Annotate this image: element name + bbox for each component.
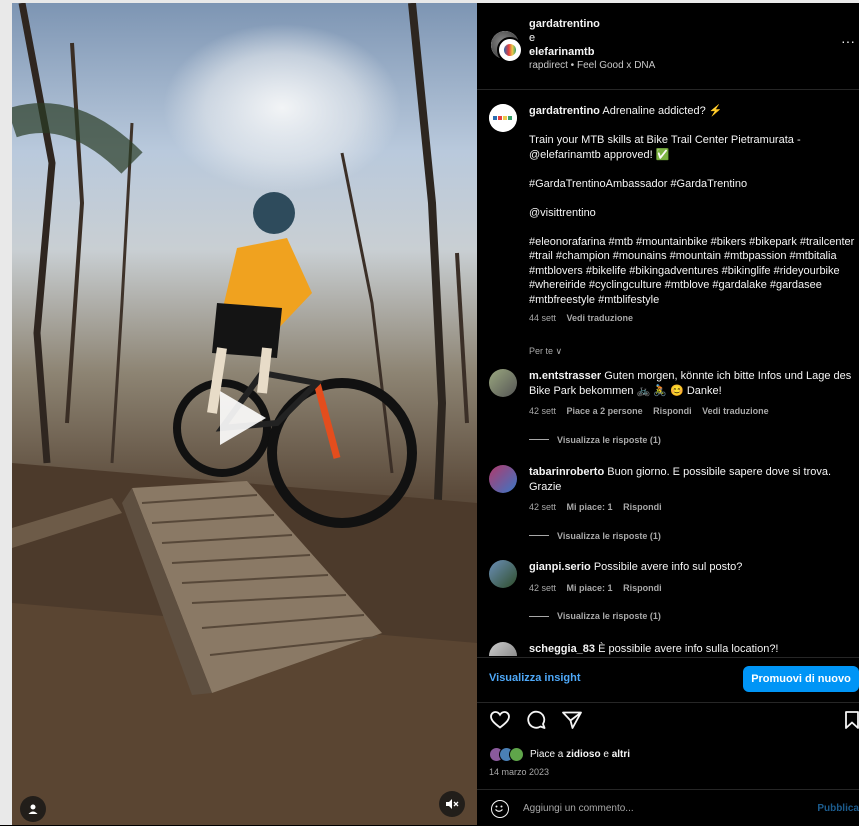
view-insights-link[interactable]: Visualizza insight <box>489 672 581 684</box>
comment-icon[interactable] <box>525 709 547 731</box>
add-comment-bar: Aggiungi un commento... Pubblica <box>477 789 859 826</box>
comment-time: 42 sett <box>529 582 557 593</box>
comment-avatar[interactable] <box>489 465 517 493</box>
comment-input[interactable]: Aggiungi un commento... <box>523 803 634 814</box>
caption-username[interactable]: gardatrentino <box>529 105 600 117</box>
comment-username[interactable]: m.entstrasser <box>529 370 601 382</box>
view-replies-button[interactable]: Visualizza le risposte (1) <box>529 529 855 544</box>
reel-video[interactable] <box>12 3 477 825</box>
comment-meta: 42 sett Mi piace: 1 Rispondi <box>529 500 855 515</box>
caption-avatar[interactable] <box>489 104 517 132</box>
comment-likes[interactable]: Mi piace: 1 <box>567 583 613 593</box>
comment-item: m.entstrasser Guten morgen, könnte ich b… <box>529 369 855 447</box>
caption-paragraph-3[interactable]: @visittrentino <box>529 206 855 221</box>
for-you-label[interactable]: Per te ∨ <box>529 344 855 359</box>
more-options-icon[interactable]: ··· <box>841 33 855 49</box>
view-replies-button[interactable]: Visualizza le risposte (1) <box>529 433 855 448</box>
caption-meta: 44 sett Vedi traduzione <box>529 311 855 326</box>
share-icon[interactable] <box>561 709 583 731</box>
likes-text[interactable]: Piace a zidioso e altri <box>530 749 630 760</box>
caption-translate[interactable]: Vedi traduzione <box>567 313 634 323</box>
comment-reply-button[interactable]: Rispondi <box>623 583 662 593</box>
comments-scroll[interactable]: gardatrentino Adrenaline addicted? ⚡ Tra… <box>477 90 859 656</box>
comment-time: 42 sett <box>529 502 557 512</box>
header-audio[interactable]: rapdirect • Feel Good x DNA <box>529 59 655 73</box>
comment-reply-button[interactable]: Rispondi <box>653 406 692 416</box>
comment-reply-button[interactable]: Rispondi <box>623 502 662 512</box>
user-tag-icon[interactable] <box>20 796 46 822</box>
view-replies-label: Visualizza le risposte (1) <box>557 611 661 621</box>
comment-item: gianpi.serio Possibile avere info sul po… <box>529 560 855 624</box>
insights-bar: Visualizza insight Promuovi di nuovo <box>477 657 859 703</box>
caption-paragraph-4[interactable]: #eleonorafarina #mtb #mountainbike #bike… <box>529 235 855 308</box>
comment-item: tabarinroberto Buon giorno. E possibile … <box>529 465 855 543</box>
comment-username[interactable]: gianpi.serio <box>529 561 591 573</box>
comment-username[interactable]: scheggia_83 <box>529 643 595 655</box>
caption-paragraph-1: Train your MTB skills at Bike Trail Cent… <box>529 134 801 161</box>
caption-paragraph-2[interactable]: #GardaTrentinoAmbassador #GardaTrentino <box>529 177 855 192</box>
comment-time: 42 sett <box>529 406 557 416</box>
comment-translate[interactable]: Vedi traduzione <box>702 406 769 416</box>
view-replies-label: Visualizza le risposte (1) <box>557 434 661 445</box>
emoji-icon[interactable] <box>491 800 509 818</box>
comment-avatar[interactable] <box>489 369 517 397</box>
action-bar <box>489 709 583 733</box>
comment-text: Possibile avere info sul posto? <box>593 561 743 573</box>
comment-item: scheggia_83 È possibile avere info sulla… <box>529 642 855 656</box>
comment-likes[interactable]: Piace a 2 persone <box>567 406 643 416</box>
comment-meta: 42 sett Piace a 2 persone Rispondi Vedi … <box>529 404 855 419</box>
comment-username[interactable]: tabarinroberto <box>529 466 604 478</box>
view-replies-button[interactable]: Visualizza le risposte (1) <box>529 609 855 624</box>
view-replies-label: Visualizza le risposte (1) <box>557 530 661 541</box>
post-header: gardatrentino e elefarinamtb rapdirect •… <box>477 3 859 90</box>
header-joiner: e <box>529 32 536 44</box>
promote-again-button[interactable]: Promuovi di nuovo <box>743 666 859 692</box>
play-icon[interactable] <box>220 391 266 445</box>
caption-first-line: Adrenaline addicted? ⚡ <box>602 105 723 117</box>
bookmark-icon[interactable] <box>845 711 859 729</box>
likes-summary: Piace a zidioso e altri <box>489 747 630 762</box>
comment-text: È possibile avere info sulla location?! <box>598 643 779 655</box>
like-heart-icon[interactable] <box>489 709 511 731</box>
likes-others[interactable]: altri <box>612 749 630 760</box>
post-panel: gardatrentino e elefarinamtb rapdirect •… <box>477 3 859 825</box>
likes-user[interactable]: zidioso <box>566 749 600 760</box>
comment-meta: 42 sett Mi piace: 1 Rispondi <box>529 581 855 596</box>
mute-icon[interactable] <box>439 791 465 817</box>
post-date[interactable]: 14 marzo 2023 <box>489 767 549 777</box>
header-users: gardatrentino e elefarinamtb rapdirect •… <box>529 17 655 73</box>
likes-middle: e <box>600 749 612 760</box>
header-avatar-secondary[interactable] <box>497 37 523 63</box>
caption-time: 44 sett <box>529 313 557 323</box>
liker-avatars[interactable] <box>489 747 524 762</box>
comment-avatar[interactable] <box>489 642 517 656</box>
header-user1[interactable]: gardatrentino <box>529 17 655 31</box>
comment-avatar[interactable] <box>489 560 517 588</box>
likes-prefix: Piace a <box>530 749 567 760</box>
header-user2[interactable]: elefarinamtb <box>529 45 655 59</box>
app-frame: gardatrentino e elefarinamtb rapdirect •… <box>0 0 859 825</box>
publish-button[interactable]: Pubblica <box>817 803 859 814</box>
comment-likes[interactable]: Mi piace: 1 <box>567 502 613 512</box>
post-caption: gardatrentino Adrenaline addicted? ⚡ Tra… <box>529 104 855 358</box>
